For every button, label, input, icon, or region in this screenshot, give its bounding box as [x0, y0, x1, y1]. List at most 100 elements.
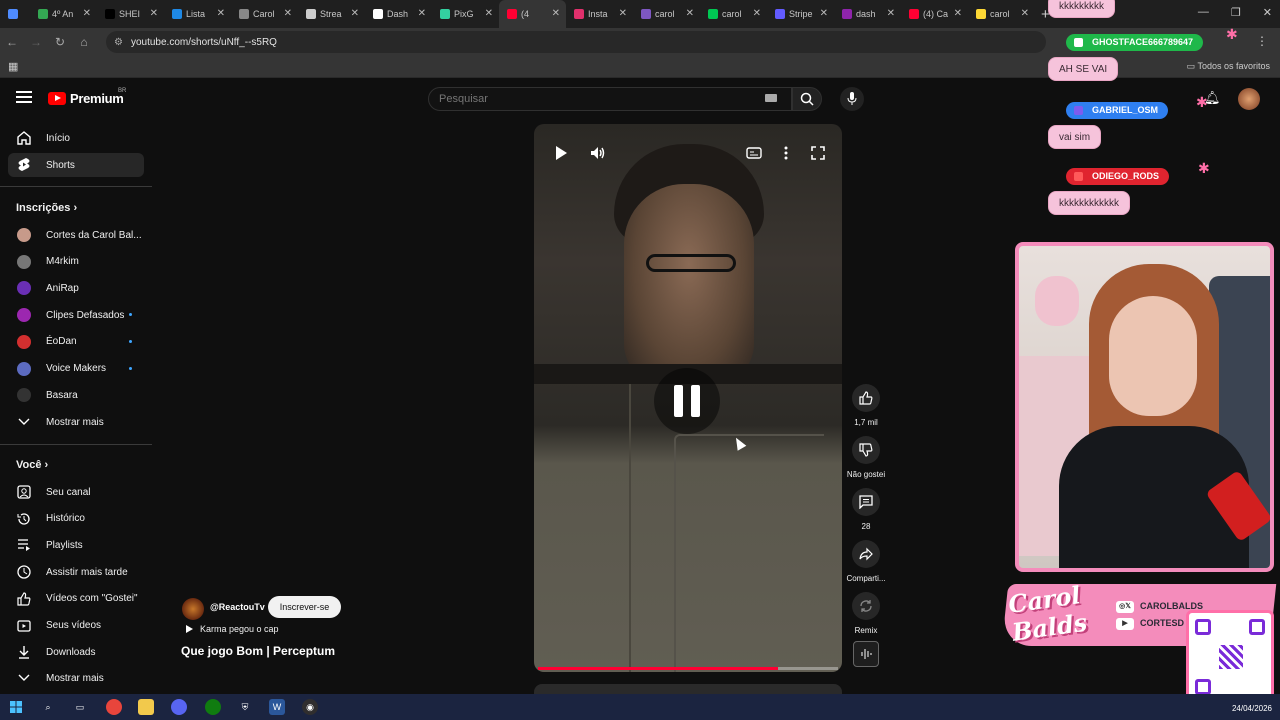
share-button[interactable]: Comparti... [846, 540, 886, 583]
close-tab-icon[interactable]: ✕ [418, 8, 426, 19]
menu-icon[interactable] [16, 91, 32, 103]
close-tab-icon[interactable]: ✕ [619, 8, 627, 19]
close-tab-icon[interactable]: ✕ [485, 8, 493, 19]
search-input[interactable] [439, 93, 739, 105]
browser-tab[interactable]: (4 ✕ [499, 0, 566, 28]
close-tab-icon[interactable]: ✕ [217, 8, 225, 19]
discord-icon[interactable] [171, 699, 187, 715]
sidebar-item-playlists[interactable]: Playlists [8, 533, 144, 557]
sidebar-subscription[interactable]: Voice Makers [8, 357, 144, 381]
home-browser-icon[interactable]: ⌂ [72, 35, 96, 49]
apps-icon[interactable]: ▦ [8, 60, 18, 73]
sidebar-subscription[interactable]: AniRap [8, 276, 144, 300]
browser-tab[interactable] [0, 0, 30, 28]
close-tab-icon[interactable]: ✕ [150, 8, 158, 19]
sidebar-item-watch-later[interactable]: Assistir mais tarde [8, 560, 144, 584]
close-tab-icon[interactable]: ✕ [820, 8, 828, 19]
sidebar-item-shorts[interactable]: Shorts [8, 153, 144, 177]
fullscreen-icon[interactable] [807, 142, 829, 164]
you-heading[interactable]: Você › [16, 459, 48, 471]
browser-tab[interactable]: Stripe ✕ [767, 0, 834, 28]
close-tab-icon[interactable]: ✕ [686, 8, 694, 19]
browser-tab[interactable]: (4) Ca ✕ [901, 0, 968, 28]
comments-button[interactable]: 28 [846, 488, 886, 531]
sidebar-item-download[interactable]: Downloads [8, 640, 144, 664]
play-icon[interactable] [550, 142, 572, 164]
shield-icon[interactable]: ⛨ [237, 699, 253, 715]
keyboard-icon[interactable] [765, 94, 777, 102]
voice-search-button[interactable] [840, 87, 864, 111]
short-title[interactable]: Que jogo Bom | Perceptum [181, 644, 335, 658]
browser-tab[interactable]: carol ✕ [700, 0, 767, 28]
pause-icon[interactable] [654, 368, 720, 434]
browser-tab[interactable]: Lista ✕ [164, 0, 231, 28]
sidebar-subscription[interactable]: ÉoDan [8, 330, 144, 354]
sidebar-show-more[interactable]: Mostrar mais [8, 666, 144, 690]
browser-tab[interactable]: Dash ✕ [365, 0, 432, 28]
volume-icon[interactable] [587, 142, 609, 164]
sidebar-item-home[interactable]: Início [8, 126, 144, 150]
music-link[interactable]: Karma pegou o cap [184, 624, 279, 634]
remix-button[interactable]: Remix [846, 592, 886, 635]
next-short-preview[interactable] [534, 684, 842, 694]
reload-icon[interactable]: ↻ [48, 35, 72, 49]
site-info-icon[interactable]: ⚙ [114, 37, 123, 48]
browser-tab[interactable]: Strea ✕ [298, 0, 365, 28]
channel-name[interactable]: @ReactouTv [210, 602, 265, 612]
sidebar-subscription[interactable]: M4rkim [8, 250, 144, 274]
youtube-logo[interactable]: Premium BR [48, 88, 126, 106]
browser-tab[interactable]: Carol ✕ [231, 0, 298, 28]
word-icon[interactable]: W [269, 699, 285, 715]
account-avatar[interactable] [1238, 88, 1260, 110]
sidebar-item-channel[interactable]: Seu canal [8, 480, 144, 504]
file-explorer-icon[interactable] [138, 699, 154, 715]
browser-tab[interactable]: carol ✕ [633, 0, 700, 28]
chrome-icon[interactable] [106, 699, 122, 715]
close-tab-icon[interactable]: ✕ [351, 8, 359, 19]
task-view-icon[interactable]: ▭ [72, 699, 88, 715]
taskbar-search-icon[interactable]: ⌕ [40, 699, 56, 715]
windows-start-icon[interactable] [8, 699, 24, 715]
like-button[interactable]: 1,7 mil [846, 384, 886, 427]
close-window-icon[interactable]: ✕ [1263, 6, 1272, 19]
close-tab-icon[interactable]: ✕ [83, 8, 91, 19]
browser-tab[interactable]: carol ✕ [968, 0, 1035, 28]
sidebar-subscription[interactable]: Clipes Defasados [8, 303, 144, 327]
back-icon[interactable]: ← [0, 35, 24, 49]
subscriptions-heading[interactable]: Inscrições › [16, 202, 77, 214]
sidebar-show-more[interactable]: Mostrar mais [8, 410, 144, 434]
xbox-icon[interactable] [205, 699, 221, 715]
sidebar-item-your-videos[interactable]: Seus vídeos [8, 614, 144, 638]
close-tab-icon[interactable]: ✕ [753, 8, 761, 19]
captions-icon[interactable] [743, 142, 765, 164]
more-options-icon[interactable] [775, 142, 797, 164]
close-tab-icon[interactable]: ✕ [1021, 8, 1029, 19]
short-video-player[interactable] [534, 124, 842, 672]
sidebar-subscription[interactable]: Cortes da Carol Bal... [8, 223, 144, 247]
subscribe-button[interactable]: Inscrever-se [268, 596, 341, 618]
notifications-icon[interactable]: 🔔︎ [1204, 90, 1221, 106]
progress-bar[interactable] [538, 667, 838, 670]
browser-tab[interactable]: Insta ✕ [566, 0, 633, 28]
minimize-icon[interactable]: — [1198, 6, 1209, 19]
all-bookmarks[interactable]: ▭ Todos os favoritos [1187, 61, 1270, 72]
sidebar-subscription[interactable]: Basara [8, 383, 144, 407]
browser-tab[interactable]: 4º An ✕ [30, 0, 97, 28]
dislike-button[interactable]: Não gostei [846, 436, 886, 479]
close-tab-icon[interactable]: ✕ [552, 8, 560, 19]
sidebar-item-history[interactable]: Histórico [8, 507, 144, 531]
restore-icon[interactable]: ❐ [1231, 6, 1241, 19]
close-tab-icon[interactable]: ✕ [284, 8, 292, 19]
browser-tab[interactable]: dash ✕ [834, 0, 901, 28]
sidebar-item-like[interactable]: Vídeos com "Gostei" [8, 587, 144, 611]
close-tab-icon[interactable]: ✕ [887, 8, 895, 19]
forward-icon[interactable]: → [24, 35, 48, 49]
browser-tab[interactable]: PixG ✕ [432, 0, 499, 28]
url-field[interactable]: ⚙ youtube.com/shorts/uNff_--s5RQ [106, 31, 1046, 53]
obs-icon[interactable]: ◉ [302, 699, 318, 715]
close-tab-icon[interactable]: ✕ [954, 8, 962, 19]
audio-source-button[interactable] [853, 641, 879, 667]
search-button[interactable] [792, 87, 822, 111]
extensions-icon[interactable]: ⋮ [1256, 34, 1268, 48]
browser-tab[interactable]: SHEI ✕ [97, 0, 164, 28]
